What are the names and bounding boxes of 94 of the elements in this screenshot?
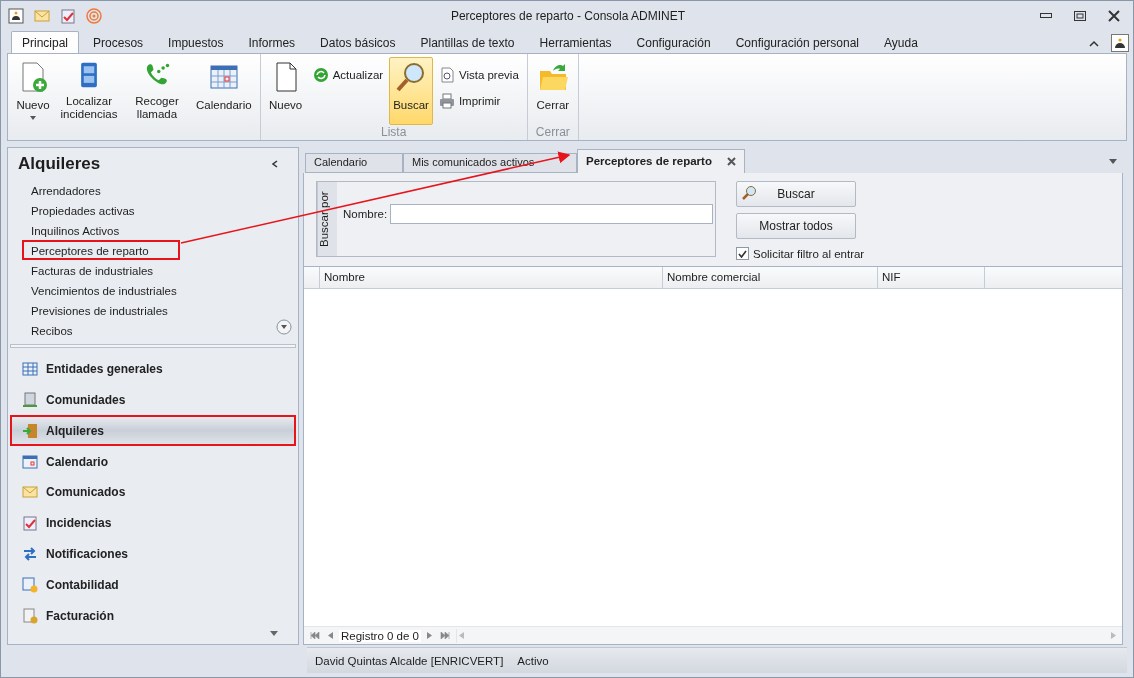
- next-page-button[interactable]: [425, 632, 434, 639]
- panel-title: Alquileres: [18, 154, 101, 174]
- nav-section[interactable]: Comunicados: [10, 477, 296, 508]
- ribbon-tab[interactable]: Configuración: [625, 31, 722, 53]
- group-label: Lista: [380, 125, 408, 139]
- door-arrow-icon: [22, 422, 38, 439]
- building-icon: [22, 392, 38, 409]
- status-text: Activo: [517, 654, 549, 667]
- ribbon-button[interactable]: Localizar incidencias: [56, 57, 122, 125]
- nav-link[interactable]: Arrendadores: [22, 180, 110, 200]
- ribbon-tab[interactable]: Plantillas de texto: [409, 31, 526, 53]
- ribbon-button[interactable]: Buscar: [389, 57, 433, 125]
- clipboard-check-icon: [60, 8, 76, 24]
- first-page-button[interactable]: [308, 632, 322, 639]
- search-form-button[interactable]: Buscar: [736, 181, 856, 207]
- ribbon-button[interactable]: Actualizar: [308, 65, 388, 85]
- column-header[interactable]: Nombre: [320, 267, 663, 288]
- group-label: Cerrar: [534, 125, 571, 139]
- nav-section[interactable]: Entidades generales: [10, 353, 296, 385]
- close-icon: [1108, 10, 1120, 22]
- horizontal-scrollbar[interactable]: [456, 628, 1118, 643]
- envelope-icon: [22, 484, 38, 501]
- last-page-button[interactable]: [438, 632, 452, 639]
- window-title: Perceptores de reparto - Consola ADMINET: [449, 9, 687, 23]
- envelope-icon: [34, 8, 50, 24]
- record-counter: Registro 0 de 0: [339, 629, 421, 642]
- nav-link[interactable]: Vencimientos de industriales: [22, 280, 186, 300]
- chevron-left-icon: [272, 160, 278, 168]
- ribbon-button[interactable]: Recoger llamada: [124, 57, 190, 125]
- arrows-icon: [22, 546, 38, 562]
- column-header[interactable]: NIF: [878, 267, 985, 288]
- app-logo-icon: [1111, 34, 1129, 52]
- invoice-coins-icon: [22, 607, 38, 624]
- checkmark-icon: [738, 249, 747, 258]
- nav-section[interactable]: Comunidades: [10, 384, 296, 416]
- nav-link[interactable]: Propiedades activas: [22, 200, 144, 220]
- page-magnifier-icon: [438, 67, 455, 83]
- document-tab[interactable]: Calendario: [305, 153, 403, 173]
- ribbon-button[interactable]: Calendario: [192, 57, 256, 125]
- ledger-coins-icon: [22, 576, 38, 593]
- scroll-left-icon[interactable]: [459, 632, 464, 639]
- ribbon-tab[interactable]: Datos básicos: [309, 31, 407, 53]
- nav-section[interactable]: Contabilidad: [10, 569, 296, 601]
- ribbon-button[interactable]: Nuevo: [264, 57, 307, 125]
- nav-section[interactable]: Notificaciones: [10, 538, 296, 570]
- field-label: Nombre:: [343, 208, 388, 220]
- ribbon-tab[interactable]: Ayuda: [873, 31, 929, 53]
- column-header[interactable]: Nombre comercial: [663, 267, 878, 288]
- ribbon-button[interactable]: Cerrar: [531, 57, 574, 125]
- magnifier-icon: [395, 61, 427, 93]
- nav-link[interactable]: Inquilinos Activos: [22, 220, 129, 240]
- magnifier-icon: [741, 185, 757, 201]
- ribbon-tab[interactable]: Principal: [11, 31, 80, 53]
- checkbox-label: Solicitar filtro al entrar: [753, 247, 865, 260]
- minimize-icon: [1040, 13, 1052, 19]
- name-input-field[interactable]: [390, 204, 714, 224]
- panel-splitter[interactable]: [10, 344, 296, 348]
- nav-section[interactable]: Alquileres: [10, 415, 296, 447]
- nav-section[interactable]: Facturación: [10, 600, 296, 631]
- nav-link[interactable]: Perceptores de reparto: [22, 240, 180, 260]
- ribbon-button[interactable]: Nuevo: [12, 57, 54, 125]
- table-icon: [22, 361, 38, 378]
- document-tab[interactable]: Mis comunicados activos: [403, 153, 577, 173]
- group-caption: Buscar por: [317, 182, 337, 256]
- document-tab[interactable]: Perceptores de reparto: [577, 149, 745, 173]
- chevron-up-icon: [1089, 39, 1099, 47]
- ribbon-button[interactable]: Vista previa: [434, 65, 523, 85]
- nav-link[interactable]: Previsiones de industriales: [22, 300, 177, 320]
- ribbon-tab[interactable]: Impuestos: [157, 31, 235, 53]
- close-icon[interactable]: [727, 157, 736, 166]
- previous-page-button[interactable]: [326, 632, 335, 639]
- dropdown-arrow-icon[interactable]: [270, 631, 278, 636]
- printer-icon: [438, 93, 455, 109]
- ribbon-tab[interactable]: Configuración personal: [724, 31, 871, 53]
- clipboard-check-icon: [22, 515, 38, 532]
- refresh-icon: [312, 67, 329, 83]
- nav-link[interactable]: Recibos: [22, 320, 82, 340]
- expand-down-icon: [276, 319, 292, 335]
- ribbon-tab[interactable]: Procesos: [82, 31, 155, 53]
- broadcast-icon: [86, 8, 102, 24]
- status-text: David Quintas Alcalde [ENRICVERT]: [315, 654, 504, 667]
- calendar-icon: [22, 453, 38, 470]
- scroll-right-icon[interactable]: [1111, 632, 1116, 639]
- nav-section[interactable]: Incidencias: [10, 507, 296, 539]
- nav-section[interactable]: Calendario: [10, 446, 296, 478]
- nav-link[interactable]: Facturas de industriales: [22, 260, 163, 280]
- restore-icon: [1074, 11, 1086, 21]
- ribbon-button[interactable]: Imprimir: [434, 91, 523, 111]
- checkbox[interactable]: [736, 247, 749, 260]
- dropdown-arrow-icon[interactable]: [1109, 159, 1117, 164]
- ribbon-tab[interactable]: Herramientas: [528, 31, 623, 53]
- search-form-button[interactable]: Mostrar todos: [736, 213, 856, 239]
- ribbon-tab[interactable]: Informes: [237, 31, 307, 53]
- app-logo-icon: [8, 8, 24, 24]
